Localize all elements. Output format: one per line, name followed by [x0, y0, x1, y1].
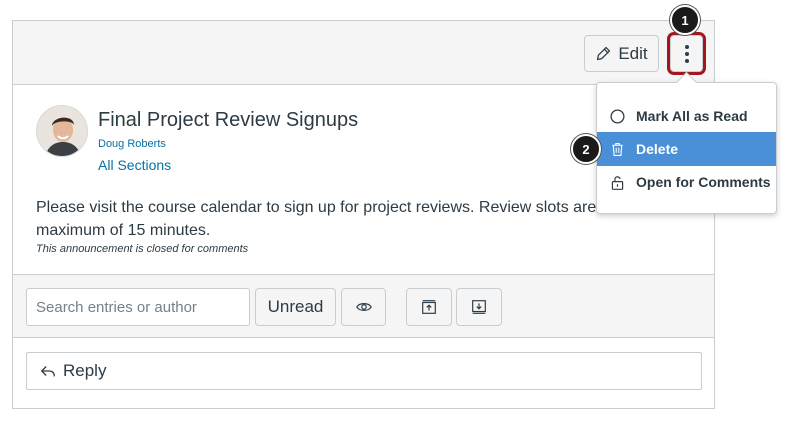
sections-link[interactable]: All Sections	[98, 157, 171, 173]
avatar-portrait	[37, 106, 87, 156]
unread-filter-button[interactable]: Unread	[255, 288, 336, 326]
kebab-dot	[684, 58, 689, 63]
kebab-dot	[684, 44, 689, 49]
reply-label: Reply	[63, 361, 107, 380]
author-name-link[interactable]: Doug Roberts	[98, 138, 166, 150]
search-entries-input[interactable]	[26, 288, 250, 326]
screenshot-frame: Edit Final Project Review Signups Doug R…	[0, 0, 788, 421]
eye-icon	[355, 303, 372, 311]
collapse-replies-button[interactable]	[406, 288, 452, 326]
discussion-toolbar: Unread	[13, 274, 714, 338]
menu-item-mark-all-read[interactable]: Mark All as Read	[597, 99, 776, 133]
callout-badge-1: 1	[670, 5, 700, 35]
trash-icon	[612, 142, 623, 156]
expand-icon	[472, 300, 486, 314]
menu-item-label: Delete	[636, 141, 679, 157]
edit-button[interactable]: Edit	[584, 35, 659, 72]
menu-item-label: Open for Comments	[636, 174, 771, 190]
collapse-icon	[422, 300, 436, 314]
pencil-icon	[597, 46, 611, 61]
unlock-icon	[611, 175, 624, 190]
message-line-1: Please visit the course calendar to sign…	[36, 199, 606, 216]
message-line-2: maximum of 15 minutes.	[36, 222, 211, 239]
menu-item-label: Mark All as Read	[636, 108, 748, 124]
edit-button-label: Edit	[618, 43, 648, 63]
announcement-title: Final Project Review Signups	[98, 109, 359, 131]
announcement-header-bar: Edit	[13, 21, 714, 85]
menu-item-delete[interactable]: Delete	[597, 132, 776, 166]
expand-replies-button[interactable]	[456, 288, 502, 326]
reply-button[interactable]: Reply	[26, 352, 702, 390]
options-menu-button[interactable]	[670, 35, 703, 72]
reply-arrow-icon	[41, 366, 55, 377]
author-avatar[interactable]	[36, 105, 88, 157]
announcement-message: Please visit the course calendar to sign…	[36, 196, 606, 242]
kebab-dot	[684, 51, 689, 56]
announcement-panel: Edit Final Project Review Signups Doug R…	[12, 20, 715, 409]
menu-item-open-for-comments[interactable]: Open for Comments	[597, 165, 776, 199]
options-dropdown-menu: Mark All as Read Delete Open for Comment…	[596, 82, 777, 214]
circle-icon	[610, 108, 625, 124]
callout-badge-2: 2	[571, 134, 601, 164]
mark-read-button[interactable]	[341, 288, 386, 326]
closed-for-comments-note: This announcement is closed for comments	[36, 243, 249, 255]
